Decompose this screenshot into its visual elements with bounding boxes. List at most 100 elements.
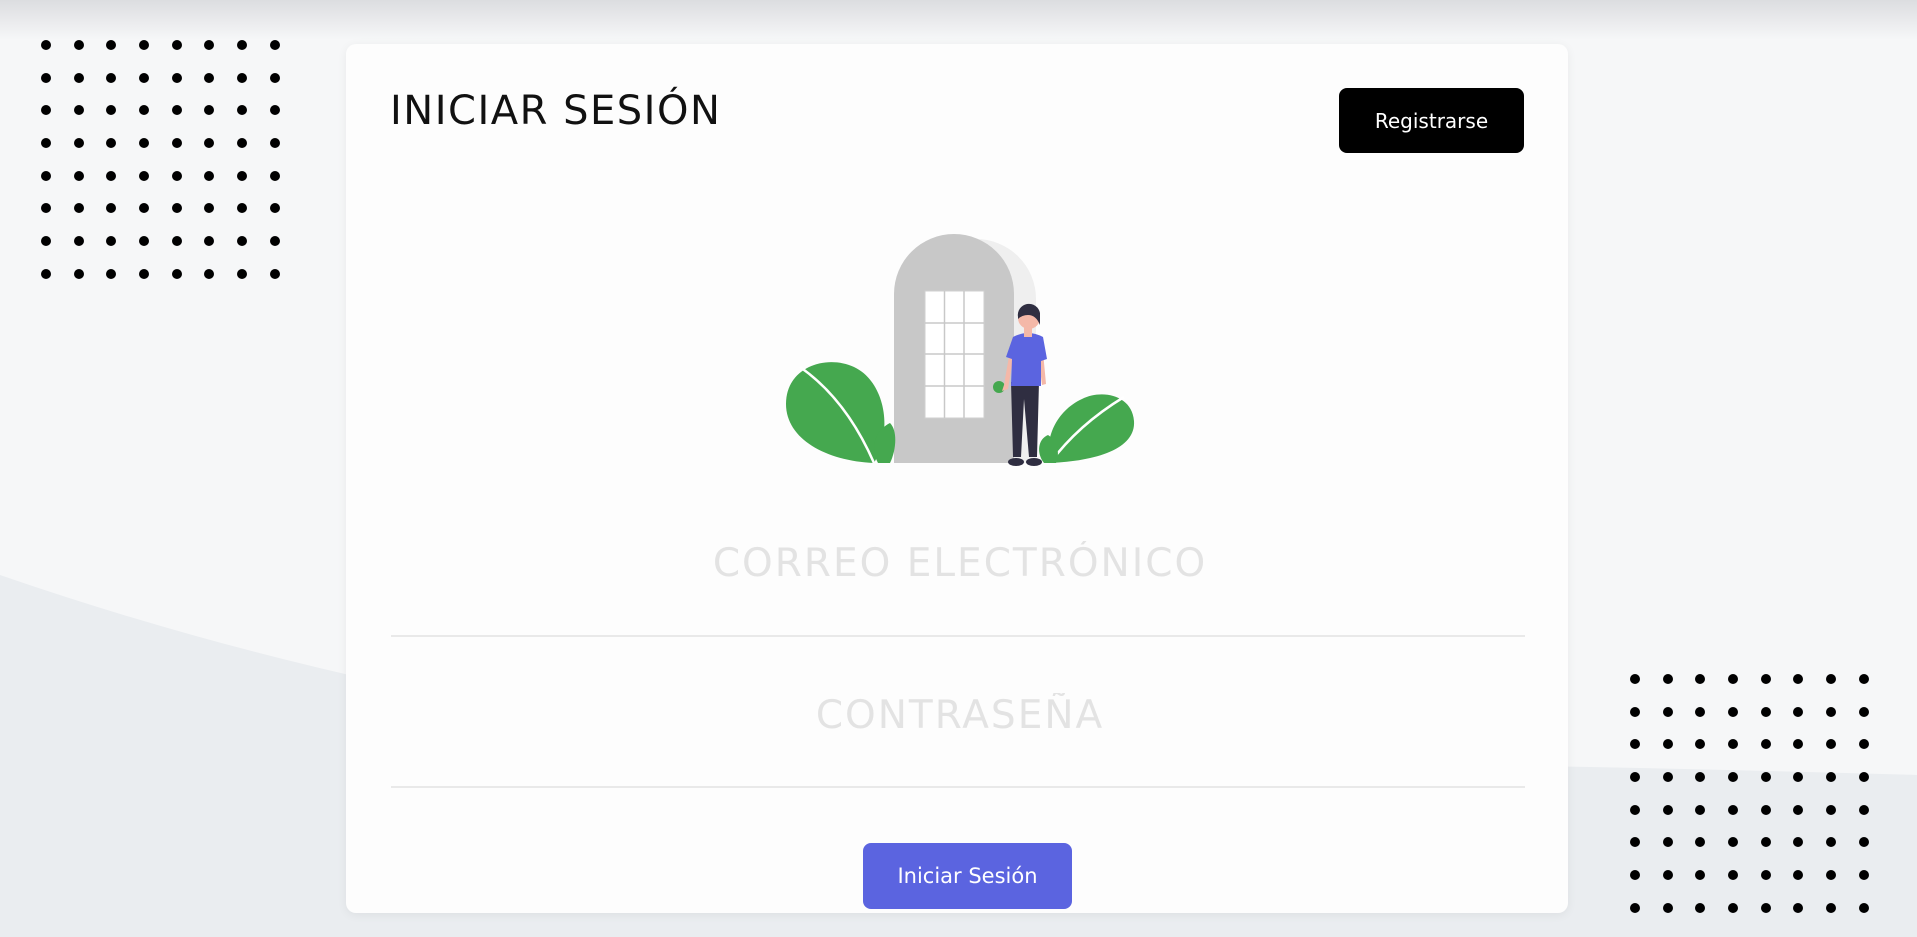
- dot: [1858, 837, 1869, 848]
- dot: [1826, 837, 1837, 848]
- dot: [1826, 804, 1837, 815]
- dot: [1793, 772, 1804, 783]
- dot: [1630, 804, 1640, 815]
- dot: [204, 268, 215, 279]
- dot: [1662, 870, 1673, 881]
- dot: [1858, 870, 1869, 881]
- dot: [1695, 706, 1706, 717]
- dot: [204, 203, 215, 214]
- login-button[interactable]: Iniciar Sesión: [863, 843, 1072, 909]
- dot: [171, 268, 182, 279]
- dot: [41, 268, 51, 279]
- dot: [1760, 772, 1771, 783]
- dot: [139, 72, 150, 83]
- dot: [269, 72, 280, 83]
- dot: [269, 236, 280, 247]
- dot: [1760, 902, 1771, 913]
- dot: [1630, 739, 1640, 750]
- dot: [73, 72, 84, 83]
- dot: [269, 40, 280, 50]
- dot-grid-decoration-bottom-right: [1630, 674, 1869, 913]
- dot: [171, 170, 182, 181]
- dot: [41, 138, 51, 149]
- dot: [1793, 706, 1804, 717]
- email-field[interactable]: [391, 522, 1529, 604]
- dot: [1858, 902, 1869, 913]
- dot: [237, 170, 248, 181]
- dot: [1793, 804, 1804, 815]
- dot: [171, 105, 182, 116]
- login-card: INICIAR SESIÓN Registrarse CORREO ELECTR…: [346, 44, 1568, 913]
- dot: [1662, 739, 1673, 750]
- dot: [1826, 706, 1837, 717]
- dot: [237, 236, 248, 247]
- password-field[interactable]: [391, 674, 1529, 756]
- dot: [73, 105, 84, 116]
- dot: [41, 236, 51, 247]
- dot: [73, 138, 84, 149]
- dot: [237, 40, 248, 50]
- dot: [106, 203, 117, 214]
- dot: [1760, 870, 1771, 881]
- password-divider: [391, 786, 1525, 788]
- dot: [1858, 706, 1869, 717]
- register-button[interactable]: Registrarse: [1339, 88, 1524, 153]
- dot: [1728, 739, 1739, 750]
- dot: [106, 138, 117, 149]
- dot: [1793, 739, 1804, 750]
- dot: [204, 72, 215, 83]
- dot: [41, 40, 51, 50]
- dot: [171, 40, 182, 50]
- dot: [1858, 739, 1869, 750]
- dot: [237, 105, 248, 116]
- dot: [1826, 739, 1837, 750]
- dot: [204, 138, 215, 149]
- dot: [1728, 674, 1739, 684]
- top-shadow: [0, 0, 1917, 40]
- dot: [1760, 837, 1771, 848]
- dot: [41, 72, 51, 83]
- dot: [204, 40, 215, 50]
- dot: [1793, 674, 1804, 684]
- dot: [1695, 739, 1706, 750]
- dot: [269, 170, 280, 181]
- dot: [1630, 870, 1640, 881]
- dot: [237, 72, 248, 83]
- dot: [139, 268, 150, 279]
- dot: [73, 236, 84, 247]
- dot: [1793, 837, 1804, 848]
- email-divider: [391, 635, 1525, 637]
- dot: [1662, 706, 1673, 717]
- dot: [139, 138, 150, 149]
- dot: [1728, 870, 1739, 881]
- dot: [204, 170, 215, 181]
- dot: [1630, 706, 1640, 717]
- dot: [204, 105, 215, 116]
- dot: [1630, 674, 1640, 684]
- dot: [106, 40, 117, 50]
- dot: [106, 268, 117, 279]
- dot: [1662, 804, 1673, 815]
- dot: [41, 203, 51, 214]
- dot: [139, 105, 150, 116]
- dot: [41, 170, 51, 181]
- dot: [73, 170, 84, 181]
- person-at-door-illustration: [786, 234, 1135, 466]
- dot: [1728, 902, 1739, 913]
- dot: [1826, 674, 1837, 684]
- dot: [269, 105, 280, 116]
- dot: [1760, 739, 1771, 750]
- dot: [1728, 772, 1739, 783]
- dot: [1728, 837, 1739, 848]
- dot: [237, 268, 248, 279]
- dot: [1695, 837, 1706, 848]
- dot: [106, 236, 117, 247]
- dot: [1858, 674, 1869, 684]
- dot: [106, 105, 117, 116]
- dot: [139, 203, 150, 214]
- dot: [171, 72, 182, 83]
- page-title: INICIAR SESIÓN: [390, 88, 722, 134]
- dot: [1695, 674, 1706, 684]
- dot: [204, 236, 215, 247]
- dot: [1728, 804, 1739, 815]
